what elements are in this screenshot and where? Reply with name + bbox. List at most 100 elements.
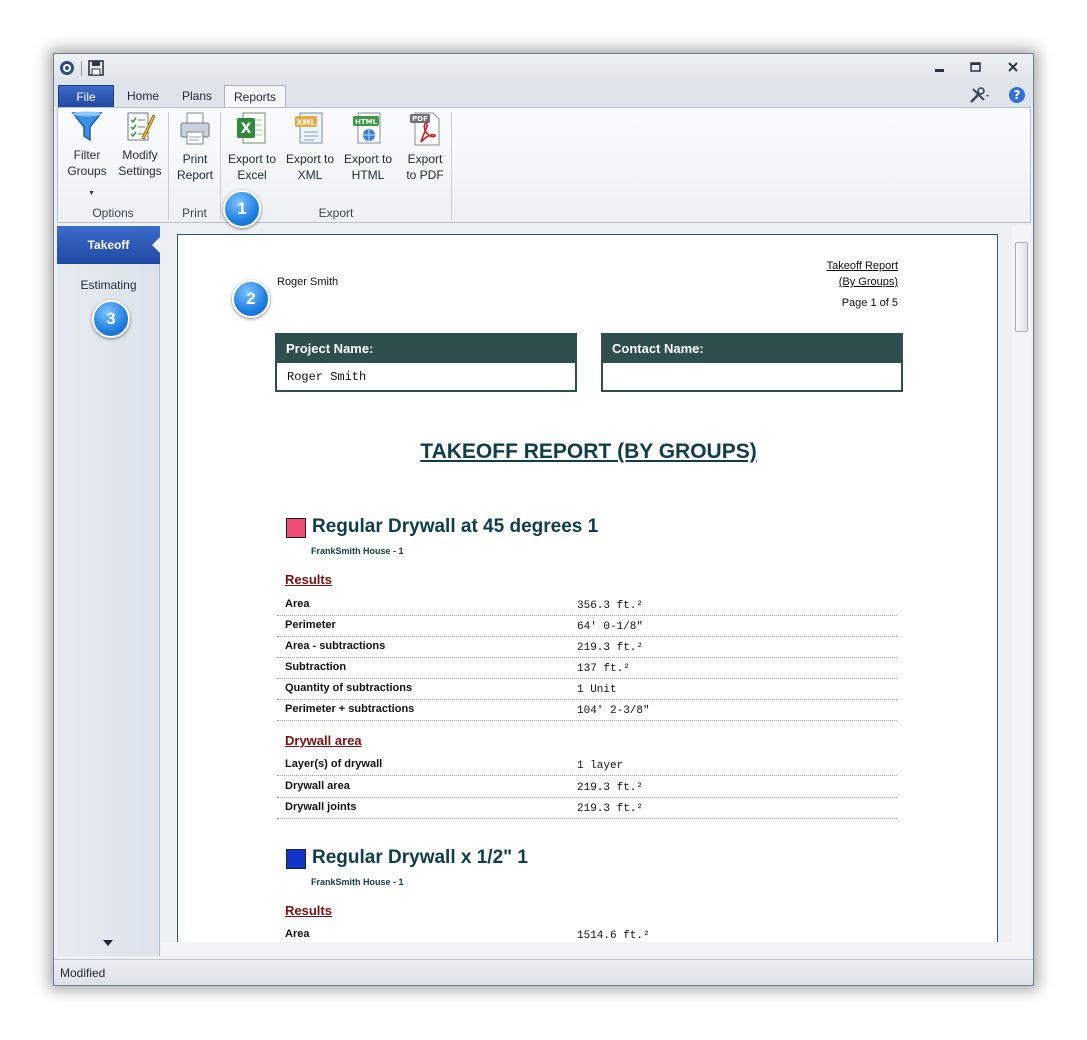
selected-pointer-icon	[152, 237, 160, 253]
print-report-label-2: Report	[176, 168, 214, 182]
table-row: Area - subtractions 219.3 ft.²	[277, 637, 897, 658]
group-color-swatch	[286, 518, 306, 538]
tab-reports[interactable]: Reports	[224, 85, 286, 108]
row-value: 1 layer	[577, 760, 624, 772]
row-label: Layer(s) of drywall	[285, 758, 383, 770]
results-heading: Results	[285, 903, 332, 918]
group-location: FrankSmith House - 1	[311, 877, 404, 887]
project-name-value: Roger Smith	[287, 370, 367, 384]
svg-text:X: X	[241, 121, 252, 137]
export-html-label-2: HTML	[351, 168, 385, 182]
row-label: Perimeter + subtractions	[285, 703, 415, 715]
export-xml-label-2: XML	[297, 168, 323, 182]
ribbon-panel: Filter Groups ▼ Modify Settings Print Re…	[57, 107, 1031, 223]
table-row: Subtraction 137 ft.²	[277, 658, 897, 679]
app-icon[interactable]	[59, 60, 75, 76]
settings-checklist-icon	[127, 112, 156, 141]
contact-name-label: Contact Name:	[603, 335, 901, 363]
row-label: Subtraction	[285, 661, 347, 673]
report-page-number: Page 1 of 5	[841, 297, 898, 309]
row-value: 104' 2-3/8"	[577, 705, 650, 717]
tools-icon[interactable]	[968, 85, 990, 105]
export-html-button[interactable]: HTML Export to HTML	[340, 110, 396, 183]
help-icon[interactable]: ?	[1008, 86, 1026, 104]
xml-icon: XML	[295, 112, 323, 144]
title-bar	[54, 54, 1033, 82]
export-excel-label-1: Export to	[227, 152, 277, 166]
chevron-down-icon[interactable]: ▼	[88, 190, 95, 197]
report-viewer[interactable]: Roger Smith Takeoff Report (By Groups) P…	[161, 226, 1011, 942]
funnel-icon	[71, 111, 103, 142]
print-report-label-1: Print	[182, 152, 208, 166]
status-bar: Modified	[54, 959, 1033, 985]
print-group-label: Print	[182, 206, 207, 220]
export-pdf-label-2: to PDF	[406, 168, 444, 182]
row-value: 1 Unit	[577, 684, 617, 696]
app-window: File Home Plans Reports ? Filter Groups …	[53, 53, 1034, 986]
report-title: TAKEOFF REPORT (BY GROUPS)	[420, 440, 757, 463]
svg-text:XML: XML	[296, 118, 315, 127]
results-heading: Results	[285, 572, 332, 587]
options-group-label: Options	[92, 206, 134, 220]
printer-icon	[180, 112, 210, 145]
report-author: Roger Smith	[277, 276, 339, 288]
report-page: Roger Smith Takeoff Report (By Groups) P…	[177, 234, 998, 942]
tab-file[interactable]: File	[58, 85, 114, 107]
svg-text:?: ?	[1014, 88, 1021, 102]
filter-groups-label-2: Groups	[67, 164, 107, 178]
row-label: Area	[285, 598, 310, 610]
pdf-icon: PDF	[410, 112, 440, 146]
table-row: Area 1514.6 ft.²	[277, 925, 897, 942]
nav-item-takeoff-label: Takeoff	[87, 238, 130, 252]
row-value: 219.3 ft.²	[577, 803, 644, 815]
table-row: Perimeter + subtractions 104' 2-3/8"	[277, 700, 897, 721]
row-label: Area - subtractions	[285, 640, 386, 652]
project-name-box: Project Name: Roger Smith	[275, 333, 577, 392]
export-pdf-label-1: Export	[407, 152, 443, 166]
horizontal-scrollbar[interactable]	[161, 942, 1031, 956]
export-xml-button[interactable]: XML Export to XML	[282, 110, 338, 183]
nav-item-takeoff[interactable]: Takeoff	[57, 226, 160, 264]
vertical-scrollbar[interactable]	[1012, 226, 1031, 942]
ribbon-tab-bar: File Home Plans Reports	[54, 82, 1033, 108]
modify-settings-button[interactable]: Modify Settings	[114, 110, 166, 179]
html-icon: HTML	[353, 112, 381, 144]
print-report-button[interactable]: Print Report	[172, 110, 218, 183]
report-header-subtitle[interactable]: (By Groups)	[839, 276, 898, 288]
table-row: Perimeter 64' 0-1/8"	[277, 616, 897, 637]
row-value: 219.3 ft.²	[577, 642, 644, 654]
svg-text:PDF: PDF	[412, 115, 428, 123]
restore-icon[interactable]	[964, 59, 986, 77]
status-text: Modified	[60, 966, 106, 980]
ribbon-separator	[220, 112, 221, 220]
row-value: 137 ft.²	[577, 663, 630, 675]
modify-settings-label-2: Settings	[118, 164, 162, 178]
row-label: Perimeter	[285, 619, 336, 631]
row-value: 356.3 ft.²	[577, 600, 644, 612]
row-value: 1514.6 ft.²	[577, 930, 650, 942]
minimize-icon[interactable]	[928, 59, 950, 77]
nav-item-estimating[interactable]: Estimating	[57, 278, 160, 292]
filter-groups-label-1: Filter	[73, 148, 101, 162]
tab-plans[interactable]: Plans	[172, 85, 222, 107]
scrollbar-thumb[interactable]	[1015, 242, 1028, 332]
drywall-area-heading: Drywall area	[285, 733, 362, 748]
nav-expand-icon[interactable]	[103, 940, 113, 946]
row-label: Quantity of subtractions	[285, 682, 413, 694]
export-pdf-button[interactable]: PDF Export to PDF	[400, 110, 450, 183]
export-excel-button[interactable]: X Export to Excel	[224, 110, 280, 183]
filter-groups-button[interactable]: Filter Groups	[63, 110, 111, 179]
table-row: Drywall joints 219.3 ft.²	[277, 798, 897, 819]
table-row: Quantity of subtractions 1 Unit	[277, 679, 897, 700]
group-color-swatch	[286, 849, 306, 869]
modify-settings-label-1: Modify	[122, 148, 158, 162]
save-icon[interactable]	[88, 60, 104, 76]
tab-home[interactable]: Home	[116, 85, 170, 107]
project-name-label: Project Name:	[277, 335, 575, 363]
table-row: Layer(s) of drywall 1 layer	[277, 755, 897, 776]
group-title: Regular Drywall x 1/2" 1	[312, 847, 528, 868]
ribbon-separator	[168, 112, 169, 220]
close-icon[interactable]	[1002, 59, 1024, 77]
table-row: Drywall area 219.3 ft.²	[277, 777, 897, 798]
report-header-title[interactable]: Takeoff Report	[827, 260, 898, 272]
